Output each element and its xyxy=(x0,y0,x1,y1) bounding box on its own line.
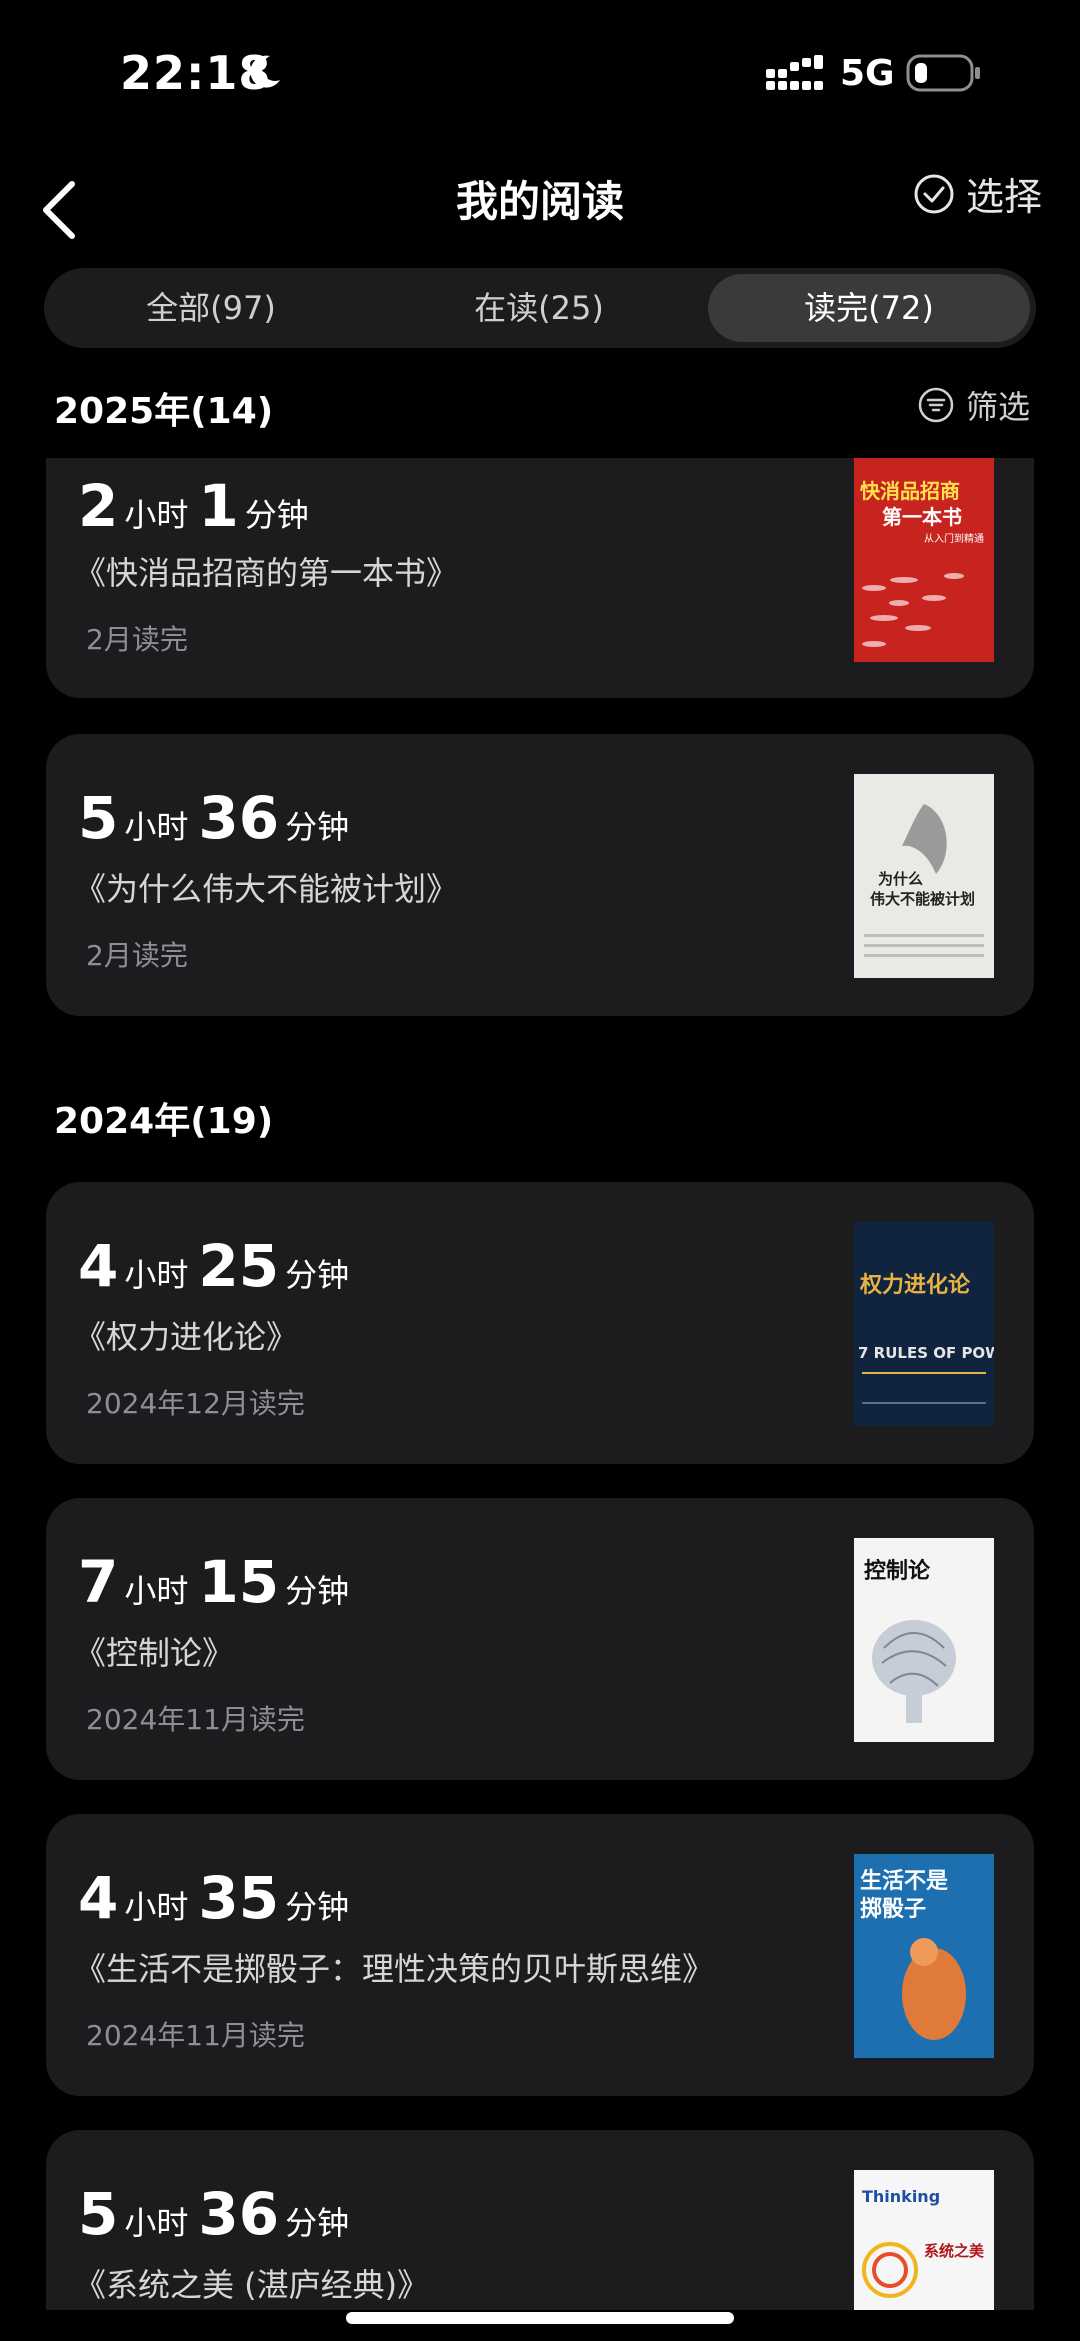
select-button[interactable]: 选择 xyxy=(912,166,1042,221)
book-card[interactable]: 4 小时 25 分钟 《权力进化论》 2024年12月读完 权力进化论 7 RU… xyxy=(46,1182,1034,1464)
tab-all[interactable]: 全部(97) xyxy=(50,274,372,342)
segmented-tabs: 全部(97) 在读(25) 读完(72) xyxy=(44,268,1036,348)
book-card[interactable]: 4 小时 35 分钟 《生活不是掷骰子：理性决策的贝叶斯思维》 2024年11月… xyxy=(46,1814,1034,2096)
finished-date: 2024年12月读完 xyxy=(86,1387,305,1420)
svg-text:控制论: 控制论 xyxy=(864,1558,931,1584)
svg-text:掷骰子: 掷骰子 xyxy=(860,1897,926,1922)
svg-text:系统之美: 系统之美 xyxy=(924,2242,985,2260)
filter-button[interactable]: 筛选 xyxy=(918,382,1030,428)
network-type: 5G xyxy=(840,53,895,94)
status-bar: 22:18 5G xyxy=(0,0,1080,150)
svg-text:为什么: 为什么 xyxy=(878,870,923,888)
select-label: 选择 xyxy=(966,175,1043,219)
svg-text:权力进化论: 权力进化论 xyxy=(859,1272,971,1298)
svg-text:生活不是: 生活不是 xyxy=(860,1869,948,1894)
battery-icon xyxy=(906,54,980,92)
book-cover: 权力进化论 7 RULES OF POWER xyxy=(854,1222,994,1426)
svg-text:伟大不能被计划: 伟大不能被计划 xyxy=(870,890,975,908)
svg-text:7 RULES OF POWER: 7 RULES OF POWER xyxy=(858,1344,994,1362)
book-cover: 生活不是 掷骰子 xyxy=(854,1854,994,2058)
finished-date: 2024年11月读完 xyxy=(86,1703,305,1736)
home-indicator xyxy=(346,2312,734,2324)
reading-duration: 4 小时 25 分钟 xyxy=(78,1232,350,1300)
section-header-2024: 2024年(19) xyxy=(54,1101,274,1142)
svg-text:从入门到精通: 从入门到精通 xyxy=(924,532,984,545)
section-header-2025: 2025年(14) xyxy=(54,391,274,432)
book-title: 《快消品招商的第一本书》 xyxy=(74,554,459,592)
tab-reading[interactable]: 在读(25) xyxy=(378,274,700,342)
svg-text:第一本书: 第一本书 xyxy=(882,505,962,529)
book-cover: 为什么 伟大不能被计划 xyxy=(854,774,994,978)
nav-bar: 我的阅读 选择 xyxy=(0,150,1080,270)
signal-icon xyxy=(766,55,823,90)
reading-duration: 5 小时 36 分钟 xyxy=(78,784,350,852)
book-title: 《为什么伟大不能被计划》 xyxy=(74,870,459,908)
book-title: 《系统之美 (湛庐经典)》 xyxy=(74,2266,430,2304)
filter-label: 筛选 xyxy=(966,388,1031,426)
finished-date: 2月读完 xyxy=(86,939,188,972)
check-circle-icon xyxy=(914,174,954,213)
book-title: 《生活不是掷骰子：理性决策的贝叶斯思维》 xyxy=(74,1950,715,1988)
filter-icon xyxy=(918,387,954,423)
book-card[interactable]: 2 小时 1 分钟 《快消品招商的第一本书》 2月读完 快消品招商 第一本书 从… xyxy=(46,458,1034,698)
reading-duration: 7 小时 15 分钟 xyxy=(78,1548,350,1616)
book-card[interactable]: 7 小时 15 分钟 《控制论》 2024年11月读完 控制论 xyxy=(46,1498,1034,1780)
tab-finished[interactable]: 读完(72) xyxy=(708,274,1030,342)
reading-duration: 5 小时 36 分钟 xyxy=(78,2180,350,2248)
book-card[interactable]: 5 小时 36 分钟 《为什么伟大不能被计划》 2月读完 为什么 伟大不能被计划 xyxy=(46,734,1034,1016)
svg-text:Thinking: Thinking xyxy=(862,2187,940,2206)
book-card[interactable]: 5 小时 36 分钟 《系统之美 (湛庐经典)》 Thinking 系统之美 xyxy=(46,2130,1034,2310)
book-cover: 控制论 xyxy=(854,1538,994,1742)
book-cover: 快消品招商 第一本书 从入门到精通 xyxy=(854,458,994,662)
reading-duration: 2 小时 1 分钟 xyxy=(78,472,309,540)
finished-date: 2024年11月读完 xyxy=(86,2019,305,2052)
book-title: 《控制论》 xyxy=(74,1634,235,1672)
book-title: 《权力进化论》 xyxy=(74,1318,299,1356)
moon-icon xyxy=(250,55,280,88)
finished-date: 2月读完 xyxy=(86,623,188,656)
book-cover: Thinking 系统之美 xyxy=(854,2170,994,2310)
reading-duration: 4 小时 35 分钟 xyxy=(78,1864,350,1932)
svg-text:快消品招商: 快消品招商 xyxy=(860,479,960,503)
